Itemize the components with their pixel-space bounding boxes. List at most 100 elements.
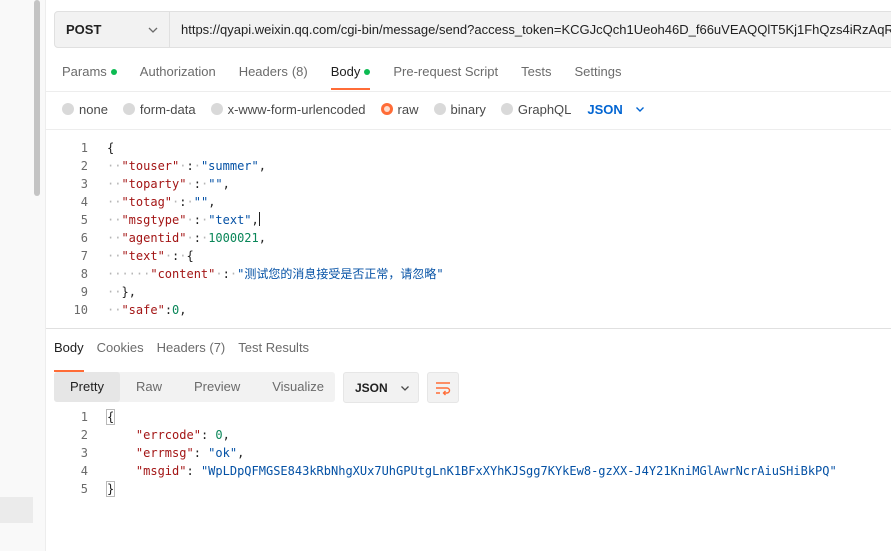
code-text: ··"safe":0, — [107, 303, 187, 317]
line-number: 5 — [80, 482, 88, 496]
code-line: 1{ — [58, 139, 891, 157]
tab-label: Cookies — [96, 340, 144, 355]
tab-headers[interactable]: Headers (8) — [239, 62, 308, 88]
view-mode-preview[interactable]: Preview — [178, 372, 256, 402]
line-number: 3 — [80, 177, 88, 191]
code-text: ··"text"·:·{ — [107, 249, 194, 263]
line-number: 5 — [80, 213, 88, 227]
body-type-label: form-data — [139, 101, 196, 117]
code-text: ······"content"·:·"测试您的消息接受是否正常，请忽略" — [107, 267, 444, 281]
tab-label: Body — [54, 340, 84, 355]
status-dot-icon — [364, 69, 371, 75]
code-text: ··"toparty"·:·"", — [107, 177, 230, 191]
code-text: "errcode": 0, — [135, 428, 230, 442]
code-text: ··}, — [107, 285, 136, 299]
code-text: ··"totag"·:·"", — [107, 195, 216, 209]
body-type-x-www-form-urlencoded[interactable]: x-www-form-urlencoded — [210, 101, 366, 117]
radio-icon[interactable] — [210, 103, 223, 115]
url-input[interactable]: https://qyapi.weixin.qq.com/cgi-bin/mess… — [170, 11, 891, 48]
tab-label: Test Results — [238, 340, 310, 355]
divider — [46, 129, 891, 130]
tab-params[interactable]: Params — [62, 62, 117, 88]
chevron-down-icon — [400, 385, 409, 391]
code-line: 9 ··}, — [58, 283, 891, 301]
body-language-select[interactable]: JSON — [587, 102, 644, 117]
code-line: 5} — [58, 480, 891, 498]
response-view-modes: Pretty Raw Preview Visualize — [54, 372, 335, 402]
view-mode-visualize[interactable]: Visualize — [256, 372, 340, 402]
tab-body[interactable]: Body — [330, 62, 371, 90]
code-text: ··"touser"·:·"summer", — [107, 159, 266, 173]
body-type-form-data[interactable]: form-data — [122, 101, 196, 117]
code-line: 2 ··"touser"·:·"summer", — [58, 157, 891, 175]
tab-tests[interactable]: Tests — [521, 62, 551, 88]
pane-splitter[interactable] — [46, 328, 891, 329]
response-tab-cookies[interactable]: Cookies — [97, 341, 144, 365]
radio-icon[interactable] — [380, 103, 393, 115]
code-text: ··"msgtype"·:·"text", — [107, 212, 260, 227]
request-body-editor[interactable]: 1{2 ··"touser"·:·"summer", 3 ··"toparty"·:·… — [58, 139, 891, 325]
status-dot-icon — [110, 69, 117, 75]
code-text: } — [105, 481, 116, 497]
body-type-none[interactable]: none — [62, 102, 108, 117]
tab-label: Settings — [574, 64, 622, 79]
line-number: 7 — [80, 249, 88, 263]
body-type-label: raw — [397, 101, 419, 117]
sidebar-scrollbar[interactable] — [34, 0, 40, 196]
line-number: 6 — [80, 231, 88, 245]
code-text: { — [105, 409, 116, 425]
response-tab-headers[interactable]: Headers (7) — [157, 341, 226, 365]
line-number: 2 — [80, 159, 88, 173]
code-text: { — [107, 141, 115, 155]
view-mode-raw[interactable]: Raw — [120, 372, 178, 402]
tab-pre-request-script[interactable]: Pre-request Script — [393, 62, 498, 88]
code-line: 4 ··"totag"·:·"", — [58, 193, 891, 211]
radio-icon[interactable] — [433, 103, 446, 115]
body-type-graphql[interactable]: GraphQL — [500, 101, 572, 117]
response-tabs: Body Cookies Headers (7) Test Results — [54, 340, 322, 372]
code-line: 6 ··"agentid"·:·1000021, — [58, 229, 891, 247]
tab-label: Headers — [238, 64, 288, 79]
tab-count: (8) — [291, 64, 308, 79]
body-type-raw[interactable]: raw — [380, 101, 419, 117]
sidebar-selected-item[interactable] — [0, 497, 33, 523]
code-line: 3 "errmsg": "ok", — [58, 444, 891, 462]
http-method-label: POST — [66, 22, 102, 37]
wrap-lines-button[interactable] — [427, 372, 459, 403]
tab-authorization[interactable]: Authorization — [140, 62, 216, 88]
code-line: 5 ··"msgtype"·:·"text", — [58, 211, 891, 229]
line-number: 8 — [80, 267, 88, 281]
response-tab-test-results[interactable]: Test Results — [238, 341, 309, 365]
tab-settings[interactable]: Settings — [574, 62, 621, 88]
body-type-label: x-www-form-urlencoded — [227, 101, 366, 117]
code-line: 3 ··"toparty"·:·"", — [58, 175, 891, 193]
body-type-label: GraphQL — [517, 101, 572, 117]
radio-icon[interactable] — [122, 103, 135, 115]
line-number: 1 — [80, 141, 88, 155]
code-text: "msgid": "WpLDpQFMGSE843kRbNhgXUx7UhGPUt… — [135, 464, 837, 478]
body-type-binary[interactable]: binary — [433, 101, 486, 117]
code-line: 1{ — [58, 408, 891, 426]
radio-icon[interactable] — [62, 103, 74, 115]
radio-icon[interactable] — [500, 103, 513, 115]
response-tab-body[interactable]: Body — [54, 340, 84, 372]
http-method-select[interactable]: POST — [54, 11, 170, 48]
chevron-down-icon — [148, 27, 158, 33]
body-type-label: binary — [450, 101, 486, 117]
tab-label: Body — [330, 64, 361, 79]
line-number: 3 — [80, 446, 88, 460]
code-text: ··"agentid"·:·1000021, — [107, 231, 266, 245]
tab-label: Headers — [156, 340, 210, 355]
line-number: 4 — [80, 464, 88, 478]
response-body-viewer[interactable]: 1{ 2 "errcode": 0, 3 "errmsg": "ok", 4 "msg… — [58, 408, 891, 508]
code-line: 8 ······"content"·:·"测试您的消息接受是否正常，请忽略" — [58, 265, 891, 283]
sidebar-panel — [0, 0, 46, 551]
view-mode-pretty[interactable]: Pretty — [54, 372, 120, 402]
body-language-label: JSON — [587, 101, 623, 117]
code-text: "errmsg": "ok", — [135, 446, 245, 460]
code-line: 10 ··"safe":0, — [58, 301, 891, 319]
line-number: 2 — [80, 428, 88, 442]
response-language-select[interactable]: JSON — [343, 372, 419, 403]
postman-app: POST https://qyapi.weixin.qq.com/cgi-bin… — [0, 0, 891, 551]
chevron-down-icon — [635, 107, 644, 112]
